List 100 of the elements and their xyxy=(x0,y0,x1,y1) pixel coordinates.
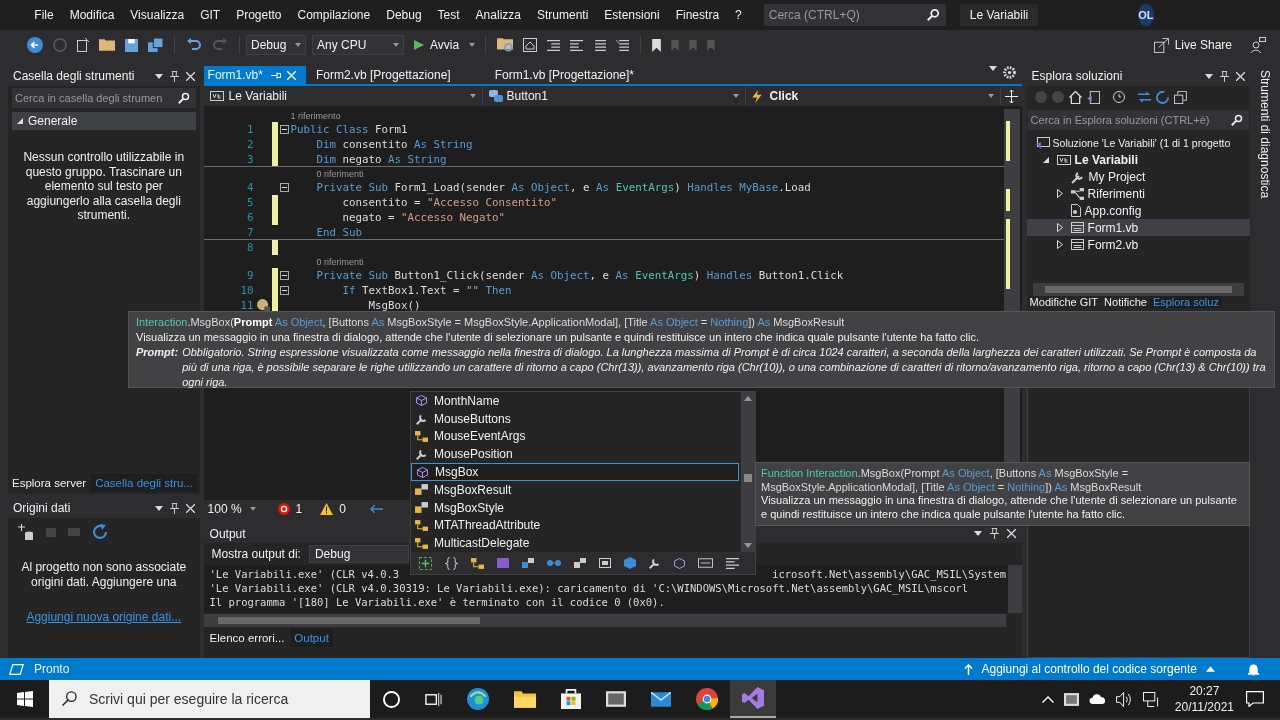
start-button[interactable]: Avvia xyxy=(410,36,480,54)
settings-icon[interactable] xyxy=(1002,66,1016,79)
expand-filter-icon[interactable] xyxy=(419,556,432,570)
menu-item[interactable]: Estensioni xyxy=(596,8,668,22)
completion-item[interactable]: MulticastDelegate xyxy=(411,534,741,553)
new-project-icon[interactable] xyxy=(77,38,89,52)
network-icon[interactable] xyxy=(1142,691,1160,707)
source-control-button[interactable]: Aggiungi al controllo del codice sorgente xyxy=(957,661,1221,677)
split-icon[interactable] xyxy=(1004,89,1018,103)
pin-icon[interactable] xyxy=(989,528,999,539)
menu-item[interactable]: Compilazione xyxy=(289,8,379,22)
dropdown-icon[interactable] xyxy=(1205,73,1214,79)
taskbar-search-field[interactable]: Scrivi qui per eseguire la ricerca xyxy=(49,680,370,718)
pin-icon[interactable] xyxy=(169,70,179,82)
reference-count-link[interactable]: 1 riferimento xyxy=(290,111,341,121)
dropdown-icon[interactable] xyxy=(154,73,163,79)
interface-filter-icon[interactable] xyxy=(522,558,534,568)
store-icon[interactable] xyxy=(561,689,581,709)
dropdown-icon[interactable] xyxy=(988,66,997,71)
app-tray-icon[interactable] xyxy=(1063,692,1079,706)
menu-item[interactable]: Test xyxy=(429,8,468,22)
panel-tab[interactable]: Output xyxy=(290,629,333,647)
search-field[interactable]: Cerca in casella degli strumen xyxy=(12,88,196,108)
completion-item[interactable]: MsgBox xyxy=(411,463,739,481)
close-icon[interactable] xyxy=(1236,71,1246,81)
menu-item[interactable]: ? xyxy=(727,8,750,22)
class-filter-icon[interactable] xyxy=(471,557,484,569)
volume-icon[interactable] xyxy=(1115,691,1133,707)
refresh-icon[interactable] xyxy=(1155,90,1169,104)
scrollbar[interactable] xyxy=(1032,283,1245,296)
keyword-filter-icon[interactable] xyxy=(726,557,739,569)
completion-item[interactable]: MousePosition xyxy=(411,445,741,464)
save-icon[interactable] xyxy=(125,38,138,52)
panel-tab[interactable]: Modifiche GIT xyxy=(1026,296,1102,308)
folder-icon[interactable] xyxy=(99,39,115,51)
completion-item[interactable]: MouseEventArgs xyxy=(411,427,741,446)
delegate-filter-icon[interactable] xyxy=(547,560,561,566)
completion-item[interactable]: MonthName xyxy=(411,392,741,410)
collapse-icon[interactable] xyxy=(279,183,289,192)
cloud-icon[interactable] xyxy=(1088,694,1106,704)
completion-item[interactable]: MTAThreadAttribute xyxy=(411,516,741,535)
feedback-icon[interactable] xyxy=(1250,37,1266,53)
module-filter-icon[interactable] xyxy=(599,558,611,568)
search-field[interactable]: Cerca (CTRL+Q) xyxy=(763,4,946,26)
browser-icon[interactable] xyxy=(467,688,489,710)
panel-tab[interactable]: Elenco errori... xyxy=(205,629,289,647)
chevron-up-icon[interactable] xyxy=(1041,695,1054,703)
panel-tab[interactable]: Esplora soluz xyxy=(1149,296,1222,308)
tree-item[interactable]: Form2.vb xyxy=(1026,236,1251,253)
mail-icon[interactable] xyxy=(651,691,671,707)
quick-action-icon[interactable] xyxy=(256,299,270,312)
cortana-icon[interactable] xyxy=(383,690,400,708)
dropdown-icon[interactable] xyxy=(154,505,163,511)
search-field[interactable]: Cerca in Esplora soluzioni (CTRL+è) xyxy=(1027,110,1250,130)
folder-icon[interactable] xyxy=(514,690,536,708)
home-icon[interactable] xyxy=(1068,90,1082,104)
scrollbar[interactable] xyxy=(741,392,755,552)
collapse-icon[interactable] xyxy=(279,286,289,295)
save-all-icon[interactable] xyxy=(148,37,163,53)
document-tab[interactable]: Form1.vb [Progettazione]* xyxy=(490,66,645,84)
task-view-icon[interactable] xyxy=(425,690,442,708)
taskbar-app-button[interactable] xyxy=(730,680,776,718)
panel-tab[interactable]: Notifiche xyxy=(1101,296,1150,308)
notification-icon[interactable] xyxy=(1247,662,1260,676)
add-data-source-link[interactable]: Aggiungi nuova origine dati... xyxy=(26,610,182,624)
uncomment-icon[interactable] xyxy=(616,39,630,51)
back-arrow-icon[interactable] xyxy=(369,504,383,514)
zoom-dropdown[interactable]: 100 % xyxy=(203,501,256,517)
add-data-source-icon[interactable] xyxy=(18,524,34,540)
live-share-button[interactable]: Live Share xyxy=(1147,36,1238,54)
menu-item[interactable]: Finestra xyxy=(667,8,728,22)
photos-icon[interactable] xyxy=(606,691,626,707)
close-icon[interactable] xyxy=(1006,529,1016,538)
snippet-filter-icon[interactable] xyxy=(698,558,713,568)
menu-item[interactable]: Modifica xyxy=(61,8,123,22)
completion-item[interactable]: MsgBoxStyle xyxy=(411,498,741,517)
menu-item[interactable]: Progetto xyxy=(228,8,290,22)
close-icon[interactable] xyxy=(185,503,195,513)
output-source-dropdown[interactable]: Debug xyxy=(308,545,409,563)
panel-tab[interactable]: Casella degli stru... xyxy=(91,474,197,492)
comment-icon[interactable] xyxy=(593,39,607,51)
property-filter-icon[interactable] xyxy=(649,557,661,569)
menu-item[interactable]: Debug xyxy=(378,8,430,22)
back-icon[interactable] xyxy=(27,37,43,53)
undo-icon[interactable] xyxy=(186,37,202,53)
event-filter-icon[interactable] xyxy=(624,557,636,569)
document-tab[interactable]: Form2.vb [Progettazione] xyxy=(311,66,461,84)
warning-count[interactable]: 0 xyxy=(339,502,346,516)
user-avatar[interactable]: OL xyxy=(1138,4,1154,26)
clock-date[interactable]: 20/11/2021 xyxy=(1174,699,1234,715)
tree-item[interactable]: Form1.vb xyxy=(1026,219,1251,236)
enum-filter-icon[interactable] xyxy=(574,558,586,568)
completion-item[interactable]: MsgBoxResult xyxy=(411,481,741,499)
outdent-icon[interactable] xyxy=(570,39,584,51)
method-filter-icon[interactable] xyxy=(674,557,685,569)
sync-icon[interactable] xyxy=(1137,91,1151,103)
reference-count-link[interactable]: 0 riferimenti xyxy=(316,257,364,267)
collapse-icon[interactable] xyxy=(279,271,289,280)
reference-count-link[interactable]: 0 riferimenti xyxy=(316,169,364,179)
toolbox-group[interactable]: Generale xyxy=(12,112,196,130)
